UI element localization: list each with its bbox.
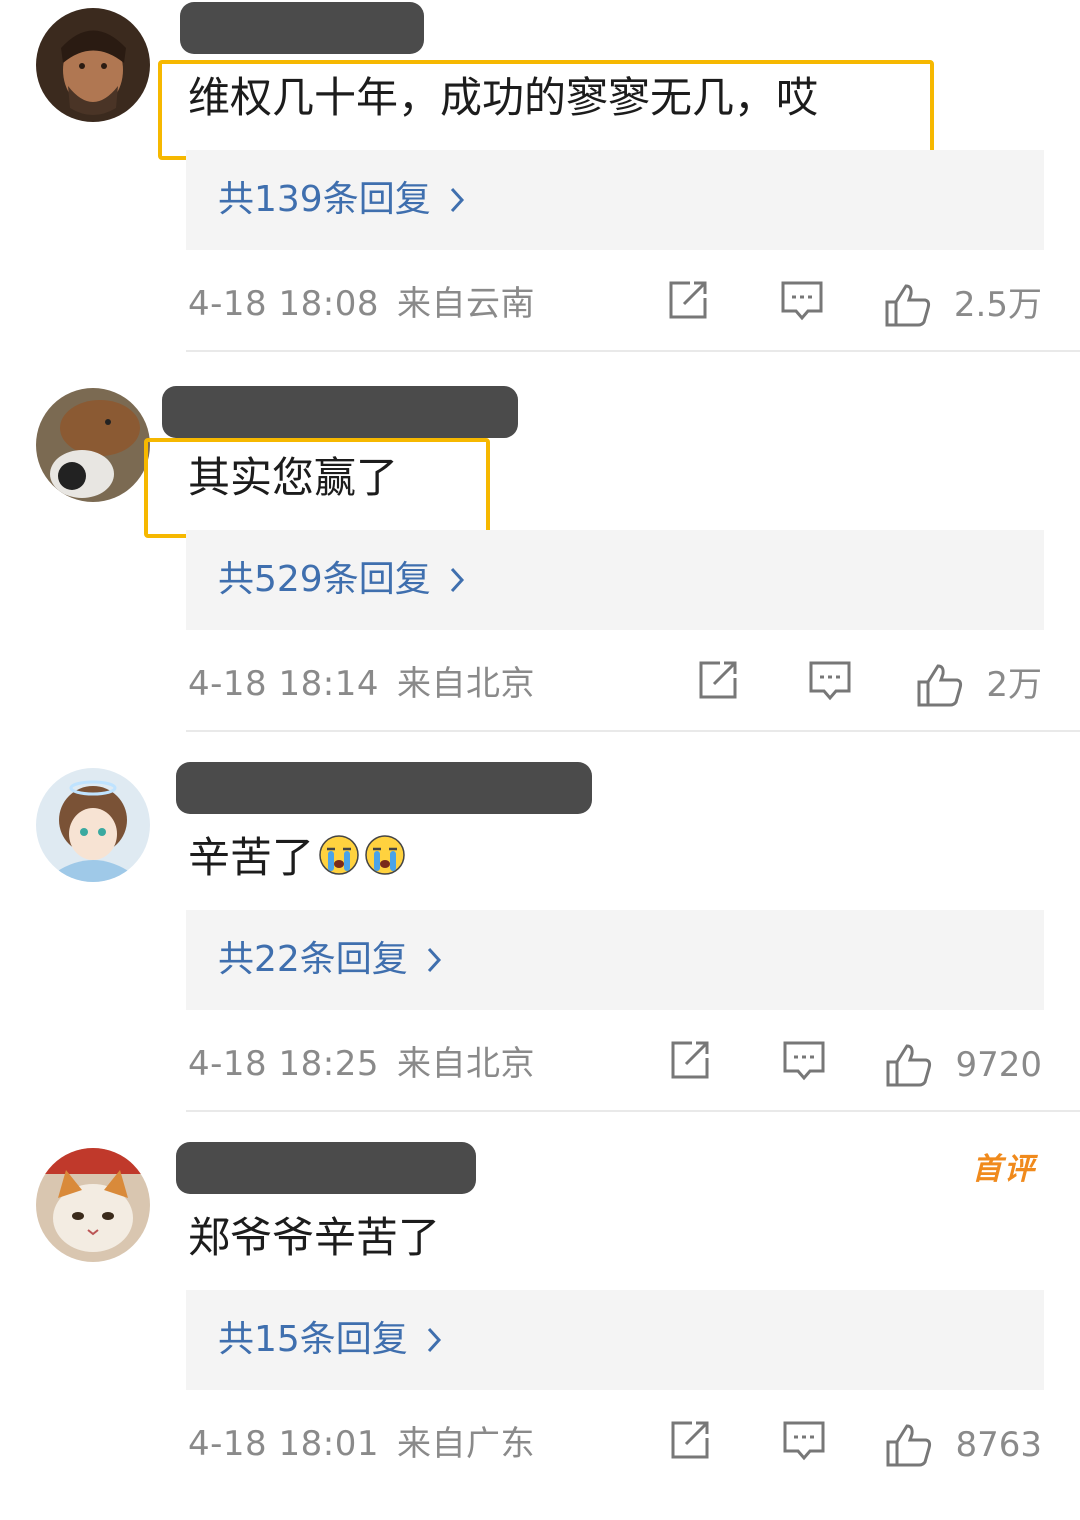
reply-link[interactable]: 共529条回复	[186, 530, 1044, 630]
username-redacted[interactable]	[176, 1142, 476, 1194]
chevron-right-icon	[449, 179, 465, 227]
share-button[interactable]	[696, 658, 740, 702]
comment-icon	[783, 1421, 825, 1461]
crying-face-emoji-icon	[318, 834, 360, 890]
share-icon	[669, 281, 707, 319]
comment-meta: 4-18 18:01 来自广东	[188, 1422, 535, 1466]
location: 来自广东	[396, 1424, 535, 1464]
chevron-right-icon	[449, 559, 465, 607]
comment-button[interactable]	[782, 1038, 826, 1082]
comment-text: 辛苦了	[188, 830, 406, 890]
reply-link[interactable]: 共22条回复	[186, 910, 1044, 1010]
crying-face-emoji-icon	[364, 834, 406, 890]
comment-button[interactable]	[808, 658, 852, 702]
timestamp: 4-18 18:08	[188, 284, 379, 324]
avatar[interactable]	[36, 388, 150, 502]
location: 来自云南	[396, 284, 535, 324]
thumbs-up-icon	[917, 664, 963, 707]
reply-count: 共139条回复	[218, 179, 431, 220]
location: 来自北京	[396, 664, 535, 704]
highlight-box	[158, 60, 934, 160]
location: 来自北京	[396, 1044, 535, 1084]
comment-4: 首评 郑爷爷辛苦了 共15条回复 4-18 18:01 来自广东 8763	[0, 1140, 1080, 1520]
comment-text-body: 辛苦了	[188, 833, 315, 882]
comment-button[interactable]	[780, 278, 824, 322]
username-redacted[interactable]	[162, 386, 518, 438]
like-count: 2.5万	[953, 285, 1042, 325]
first-comment-badge: 首评	[972, 1152, 1036, 1187]
highlight-box	[144, 438, 490, 538]
chevron-right-icon	[426, 939, 442, 987]
comment-button[interactable]	[782, 1418, 826, 1462]
share-icon	[671, 1421, 709, 1459]
like-button[interactable]: 2万	[916, 662, 1042, 708]
like-button[interactable]: 2.5万	[884, 282, 1042, 328]
like-button[interactable]: 9720	[885, 1042, 1042, 1088]
timestamp: 4-18 18:25	[188, 1044, 379, 1084]
username-redacted[interactable]	[176, 762, 592, 814]
share-icon	[699, 661, 737, 699]
username-redacted[interactable]	[180, 2, 424, 54]
comment-meta: 4-18 18:08 来自云南	[188, 282, 535, 326]
thumbs-up-icon	[885, 284, 930, 327]
reply-link[interactable]: 共15条回复	[186, 1290, 1044, 1390]
comment-icon	[781, 281, 823, 321]
avatar[interactable]	[36, 768, 150, 882]
avatar[interactable]	[36, 1148, 150, 1262]
comment-icon	[783, 1041, 825, 1081]
cat-avatar-icon	[36, 1148, 150, 1262]
timestamp: 4-18 18:14	[188, 664, 379, 704]
divider	[186, 350, 1080, 352]
thumbs-up-icon	[886, 1044, 932, 1087]
share-button[interactable]	[668, 1418, 712, 1462]
comment-1: 维权几十年，成功的寥寥无几，哎 共139条回复 4-18 18:08 来自云南 2…	[0, 0, 1080, 380]
capybara-cat-avatar-icon	[36, 388, 150, 502]
timestamp: 4-18 18:01	[188, 1424, 379, 1464]
reply-count: 共15条回复	[218, 1319, 408, 1360]
divider	[186, 730, 1080, 732]
like-button[interactable]: 8763	[885, 1422, 1042, 1468]
share-button[interactable]	[668, 1038, 712, 1082]
share-button[interactable]	[666, 278, 710, 322]
man-portrait-avatar-icon	[36, 8, 150, 122]
reply-link[interactable]: 共139条回复	[186, 150, 1044, 250]
like-count: 9720	[955, 1045, 1042, 1085]
reply-count: 共22条回复	[218, 939, 408, 980]
comment-text: 郑爷爷辛苦了	[188, 1213, 441, 1262]
like-count: 8763	[955, 1425, 1042, 1465]
divider	[186, 1110, 1080, 1112]
chevron-right-icon	[426, 1319, 442, 1367]
share-icon	[671, 1041, 709, 1079]
comment-meta: 4-18 18:25 来自北京	[188, 1042, 535, 1086]
avatar[interactable]	[36, 8, 150, 122]
comment-3: 辛苦了 共22条回复 4-18 18:25 来自北京 9720	[0, 760, 1080, 1140]
comment-2: 其实您赢了 共529条回复 4-18 18:14 来自北京 2万	[0, 380, 1080, 760]
reply-count: 共529条回复	[218, 559, 431, 600]
like-count: 2万	[986, 665, 1042, 705]
comment-meta: 4-18 18:14 来自北京	[188, 662, 535, 706]
comment-icon	[809, 661, 851, 701]
thumbs-up-icon	[886, 1424, 932, 1467]
anime-character-avatar-icon	[36, 768, 150, 882]
